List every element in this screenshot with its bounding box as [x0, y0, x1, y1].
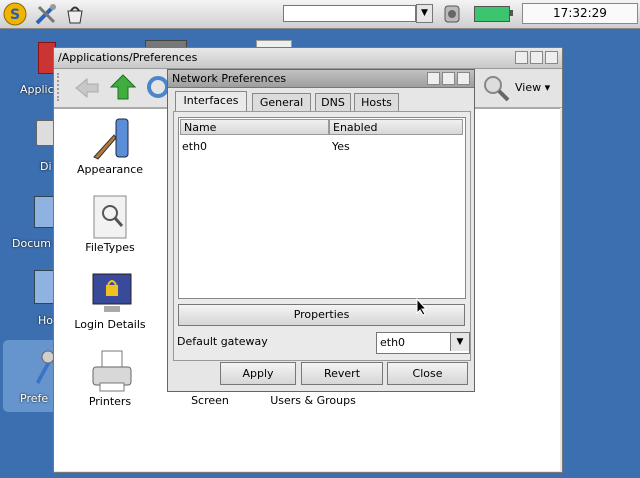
- mouse-pointer-icon: [416, 297, 428, 319]
- pref-item-screen[interactable]: Screen: [178, 394, 242, 407]
- interfaces-list[interactable]: Name Enabled eth0 Yes: [178, 117, 466, 299]
- desktop-icon-label[interactable]: Docum: [12, 237, 51, 250]
- printer-icon: [90, 349, 132, 392]
- pref-item-appearance[interactable]: Appearance: [68, 117, 152, 176]
- pref-item-label: Login Details: [74, 318, 146, 331]
- maximize-button[interactable]: [442, 72, 455, 85]
- pref-item-label: Printers: [88, 395, 132, 408]
- paint-brush-icon: [90, 117, 130, 160]
- tab-panel-interfaces: Name Enabled eth0 Yes Properties Default…: [173, 111, 471, 361]
- default-gateway-label: Default gateway: [177, 335, 268, 348]
- tab-general[interactable]: General: [252, 93, 311, 111]
- tools-icon[interactable]: [34, 2, 58, 26]
- top-panel: S ▼ 17:32:29: [0, 0, 640, 29]
- network-preferences-dialog: Network Preferences Interfaces General D…: [167, 69, 475, 392]
- back-arrow-icon[interactable]: [74, 77, 100, 102]
- pref-item-printers[interactable]: Printers: [68, 349, 152, 408]
- maximize-button[interactable]: [530, 51, 543, 64]
- desktop-icon-label[interactable]: Di: [40, 160, 52, 173]
- minimize-button[interactable]: [427, 72, 440, 85]
- default-gateway-select[interactable]: eth0 ▼: [376, 332, 470, 354]
- tab-interfaces[interactable]: Interfaces: [175, 91, 247, 111]
- minimize-button[interactable]: [515, 51, 528, 64]
- up-arrow-icon[interactable]: [109, 74, 137, 103]
- desktop-icon-label[interactable]: Ho: [38, 314, 53, 327]
- battery-icon[interactable]: [474, 6, 510, 22]
- svg-text:S: S: [10, 7, 20, 23]
- toolbar-handle[interactable]: [57, 73, 63, 101]
- revert-button[interactable]: Revert: [301, 362, 383, 385]
- close-button[interactable]: [545, 51, 558, 64]
- bag-icon[interactable]: [63, 2, 87, 26]
- chevron-down-icon: ▾: [541, 81, 551, 94]
- column-header-name[interactable]: Name: [180, 119, 329, 135]
- document-magnifier-icon: [90, 195, 130, 239]
- volume-icon[interactable]: [440, 2, 464, 26]
- monitor-lock-icon: [90, 272, 132, 312]
- pref-item-label: FileTypes: [85, 241, 135, 254]
- chevron-down-icon[interactable]: ▼: [450, 333, 469, 351]
- pref-item-label: Appearance: [76, 163, 144, 176]
- pref-item-label: Users & Groups: [270, 394, 356, 407]
- close-button[interactable]: [457, 72, 470, 85]
- clock[interactable]: 17:32:29: [522, 3, 638, 24]
- dialog-titlebar[interactable]: Network Preferences: [168, 70, 474, 88]
- search-icon[interactable]: [482, 74, 510, 105]
- battery-tip: [510, 10, 513, 16]
- view-menu-label: View: [515, 81, 542, 94]
- task-entry-field[interactable]: [283, 5, 416, 22]
- tab-hosts[interactable]: Hosts: [354, 93, 399, 111]
- desktop-icon-label[interactable]: Prefe: [20, 392, 48, 405]
- apply-button[interactable]: Apply: [220, 362, 296, 385]
- column-header-enabled[interactable]: Enabled: [329, 119, 463, 135]
- pref-item-label: Screen: [191, 394, 229, 407]
- window-title: /Applications/Preferences: [58, 51, 198, 64]
- default-gateway-value: eth0: [380, 336, 406, 349]
- tab-dns[interactable]: DNS: [315, 93, 351, 111]
- dialog-title: Network Preferences: [172, 72, 287, 85]
- view-menu-button[interactable]: View ▾: [515, 81, 550, 94]
- pref-item-users-groups[interactable]: Users & Groups: [258, 394, 368, 407]
- pref-item-login-details[interactable]: Login Details: [68, 272, 152, 331]
- start-menu-icon[interactable]: S: [3, 2, 27, 26]
- desktop-icon-label[interactable]: Applic: [20, 83, 54, 96]
- pref-item-filetypes[interactable]: FileTypes: [68, 195, 152, 254]
- table-cell-enabled[interactable]: Yes: [332, 140, 350, 153]
- preferences-wrench-icon[interactable]: [30, 348, 55, 384]
- close-dialog-button[interactable]: Close: [387, 362, 468, 385]
- table-cell-name[interactable]: eth0: [182, 140, 207, 153]
- file-manager-titlebar[interactable]: /Applications/Preferences: [54, 48, 562, 69]
- task-dropdown-button[interactable]: ▼: [416, 4, 433, 23]
